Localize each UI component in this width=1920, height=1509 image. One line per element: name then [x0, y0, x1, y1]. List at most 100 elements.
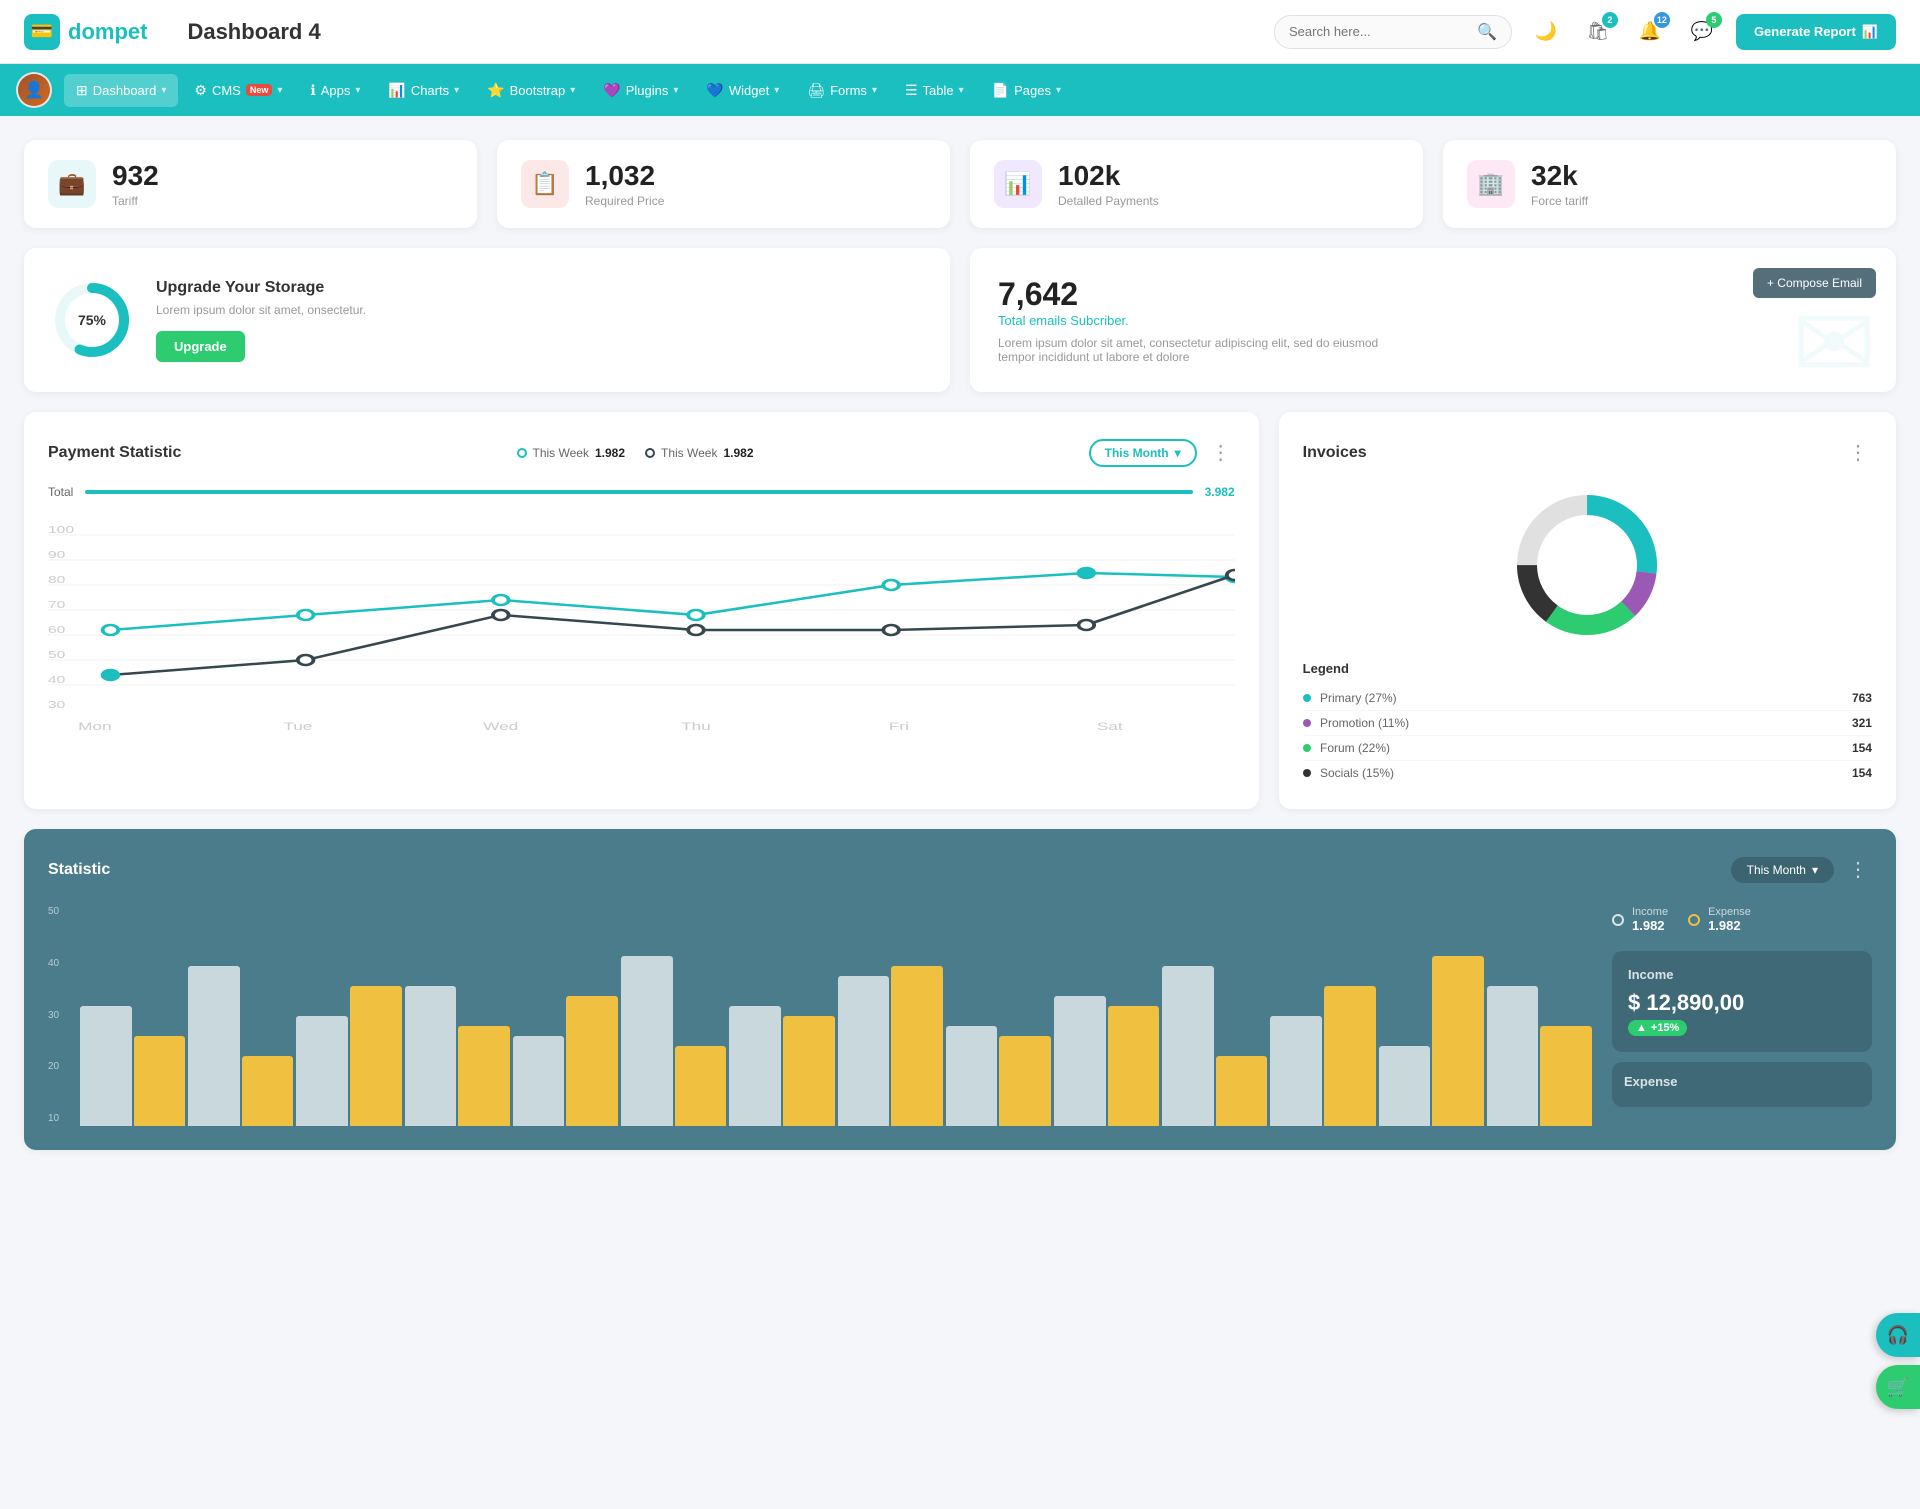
statistic-month-button[interactable]: This Month ▾ [1731, 857, 1834, 883]
yellow-bar-9 [1108, 1006, 1160, 1126]
sidebar-item-forms[interactable]: 🖨 Forms ▾ [795, 74, 889, 107]
invoices-card: Invoices ⋮ Leg [1279, 412, 1896, 809]
stat-cards-grid: 💼 932 Tariff 📋 1,032 Required Price 📊 10… [24, 140, 1896, 228]
sidebar-item-charts[interactable]: 📊 Charts ▾ [376, 74, 471, 107]
bar-group-1 [188, 966, 293, 1126]
nav-label-table: Table [923, 83, 954, 98]
sidebar-item-table[interactable]: ☰ Table ▾ [893, 74, 976, 107]
nav-label-cms: CMS [212, 83, 241, 98]
svg-text:40: 40 [48, 674, 65, 685]
subscriber-count: 7,642 [998, 276, 1868, 313]
search-input[interactable] [1289, 24, 1469, 39]
yellow-bar-8 [999, 1036, 1051, 1126]
income-amount: $ 12,890,00 [1628, 990, 1856, 1016]
subscriber-description: Lorem ipsum dolor sit amet, consectetur … [998, 336, 1418, 364]
expense-details-panel: Expense [1612, 1062, 1872, 1107]
payment-chart-title-area: Payment Statistic [48, 444, 181, 462]
white-bar-12 [1379, 1046, 1431, 1126]
bell-badge: 12 [1654, 12, 1670, 28]
invoices-header: Invoices ⋮ [1303, 436, 1872, 469]
bar-group-13 [1487, 986, 1592, 1126]
statistic-right-panel: Income 1.982 Expense 1.982 Income $ [1612, 906, 1872, 1126]
stat-card-payments: 📊 102k Detalled Payments [970, 140, 1423, 228]
navbar: 👤 ⊞ Dashboard ▾ ⚙ CMS New ▾ ℹ Apps ▾ 📊 C… [0, 64, 1920, 116]
primary-count: 763 [1852, 691, 1872, 705]
nav-label-plugins: Plugins [626, 83, 669, 98]
chart-row: Payment Statistic This Week 1.982 This W… [24, 412, 1896, 809]
search-icon: 🔍 [1477, 22, 1497, 42]
stat-card-tariff: 💼 932 Tariff [24, 140, 477, 228]
payment-more-button[interactable]: ⋮ [1207, 436, 1235, 469]
bar-chart-bars [80, 906, 1592, 1126]
white-bar-7 [838, 976, 890, 1126]
expense-panel-title: Expense [1624, 1074, 1860, 1089]
invoices-donut-svg [1507, 485, 1667, 645]
avatar-image: 👤 [18, 74, 50, 106]
promotion-count: 321 [1852, 716, 1872, 730]
bar-group-8 [946, 1026, 1051, 1126]
search-box[interactable]: 🔍 [1274, 15, 1512, 49]
storage-donut: 75% [52, 280, 132, 360]
chevron-down-icon-bootstrap: ▾ [570, 85, 575, 96]
gift-button[interactable]: 🛍 2 [1580, 14, 1616, 50]
dark-mode-button[interactable]: 🌙 [1528, 14, 1564, 50]
logo-icon: 💳 [24, 14, 60, 50]
total-value: 3.982 [1205, 485, 1235, 499]
svg-text:Thu: Thu [681, 721, 711, 733]
generate-report-button[interactable]: Generate Report 📊 [1736, 14, 1896, 50]
sidebar-item-pages[interactable]: 📄 Pages ▾ [980, 74, 1073, 107]
white-bar-13 [1487, 986, 1539, 1126]
bar-chart-area: 50 40 30 20 10 [48, 906, 1592, 1126]
cart-float-button[interactable]: 🛒 [1876, 1365, 1920, 1409]
storage-description: Lorem ipsum dolor sit amet, onsectetur. [156, 303, 366, 317]
primary-label: Primary (27%) [1320, 691, 1397, 705]
nav-label-pages: Pages [1014, 83, 1051, 98]
chat-button[interactable]: 💬 5 [1684, 14, 1720, 50]
dashboard-icon: ⊞ [76, 82, 88, 99]
bar-group-6 [729, 1006, 834, 1126]
statistic-more-button[interactable]: ⋮ [1844, 853, 1872, 886]
yellow-bar-13 [1540, 1026, 1592, 1126]
tariff-value: 932 [112, 160, 159, 192]
income-legend: Income 1.982 [1612, 906, 1668, 933]
y-label-40: 40 [48, 958, 72, 969]
sidebar-item-plugins[interactable]: 💜 Plugins ▾ [591, 74, 690, 107]
bar-group-9 [1054, 996, 1159, 1126]
white-bar-2 [296, 1016, 348, 1126]
force-tariff-icon: 🏢 [1467, 160, 1515, 208]
invoices-more-button[interactable]: ⋮ [1844, 436, 1872, 469]
required-price-label: Required Price [585, 194, 664, 208]
yellow-bar-6 [783, 1016, 835, 1126]
promotion-dot [1303, 719, 1311, 727]
yellow-bar-2 [350, 986, 402, 1126]
primary-dot [1303, 694, 1311, 702]
stat-info-tariff: 932 Tariff [112, 160, 159, 208]
sidebar-item-apps[interactable]: ℹ Apps ▾ [298, 74, 372, 107]
upgrade-button[interactable]: Upgrade [156, 331, 245, 362]
bell-button[interactable]: 🔔 12 [1632, 14, 1668, 50]
legend-week1-value: 1.982 [595, 446, 625, 460]
yellow-bar-5 [675, 1046, 727, 1126]
white-bar-9 [1054, 996, 1106, 1126]
yellow-bar-10 [1216, 1056, 1268, 1126]
income-legend-info: Income 1.982 [1632, 906, 1668, 933]
white-bar-3 [405, 986, 457, 1126]
headset-float-button[interactable]: 🎧 [1876, 1313, 1920, 1357]
legend-week2-label: This Week [661, 446, 717, 460]
page-title: Dashboard 4 [187, 19, 1274, 45]
income-legend-label: Income [1632, 906, 1668, 918]
charts-icon: 📊 [388, 82, 405, 99]
tariff-icon: 💼 [48, 160, 96, 208]
yellow-bar-0 [134, 1036, 186, 1126]
sidebar-item-bootstrap[interactable]: ⭐ Bootstrap ▾ [475, 74, 587, 107]
month-filter-select[interactable]: This Month ▾ [1089, 439, 1197, 467]
expense-legend-info: Expense 1.982 [1708, 906, 1751, 933]
sidebar-item-cms[interactable]: ⚙ CMS New ▾ [182, 74, 294, 107]
svg-text:90: 90 [48, 549, 65, 560]
svg-text:Fri: Fri [889, 721, 909, 733]
bar-group-3 [405, 986, 510, 1126]
logo-text: dompet [68, 19, 147, 45]
legend-dot-dark [645, 448, 655, 458]
sidebar-item-widget[interactable]: 💙 Widget ▾ [694, 74, 791, 107]
sidebar-item-dashboard[interactable]: ⊞ Dashboard ▾ [64, 74, 178, 107]
